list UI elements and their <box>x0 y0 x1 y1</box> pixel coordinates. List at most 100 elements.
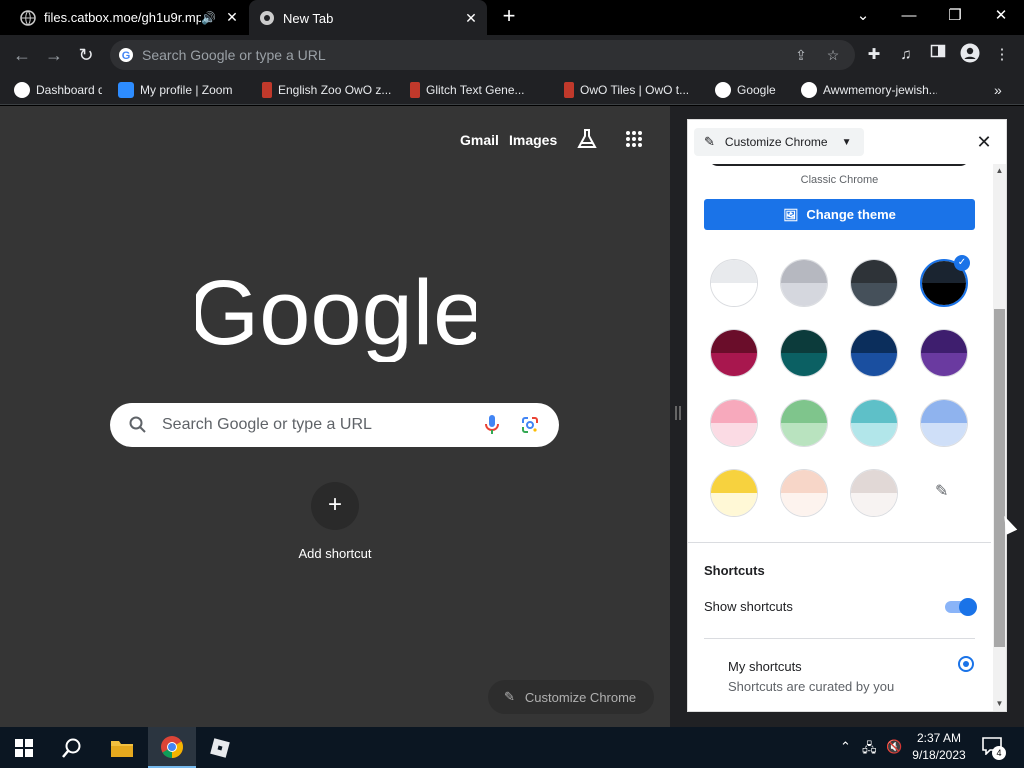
profile-avatar-icon[interactable] <box>958 43 982 67</box>
google-lens-icon[interactable] <box>520 415 540 440</box>
apps-grid-icon[interactable] <box>625 130 643 151</box>
scroll-thumb[interactable] <box>994 309 1005 647</box>
menu-kebab-icon[interactable]: ⋮ <box>990 43 1014 67</box>
svg-text:G: G <box>122 50 131 62</box>
bookmark-item[interactable]: Glitch Text Gene... <box>410 81 548 99</box>
speaker-icon[interactable]: 🔊 <box>201 11 216 25</box>
show-shortcuts-toggle[interactable] <box>945 598 977 616</box>
color-swatch[interactable] <box>920 329 968 377</box>
search-icon <box>128 415 148 435</box>
extensions-icon[interactable]: ✚ <box>862 43 886 67</box>
forward-icon[interactable]: → <box>42 43 66 67</box>
close-tab-icon[interactable]: ✕ <box>222 9 242 26</box>
images-link[interactable]: Images <box>509 132 557 148</box>
color-swatch[interactable] <box>850 259 898 307</box>
address-bar[interactable]: G Search Google or type a URL ⇪ ☆ <box>110 40 855 70</box>
ntp-search-placeholder: Search Google or type a URL <box>162 416 372 433</box>
color-swatch[interactable] <box>780 399 828 447</box>
new-tab-button[interactable]: + <box>498 5 520 28</box>
tab-catbox[interactable]: files.catbox.moe/gh1u9r.mp4 🔊 ✕ <box>0 0 248 35</box>
change-theme-button[interactable]: 🖼 Change theme <box>704 199 975 230</box>
check-icon: ✓ <box>954 255 970 271</box>
custom-color-swatch[interactable]: ✎ <box>920 469 968 517</box>
bookmarks-overflow-icon[interactable]: » <box>994 81 1010 99</box>
back-icon[interactable]: ← <box>10 43 34 67</box>
roblox-icon[interactable] <box>196 727 244 768</box>
add-shortcut-label: Add shortcut <box>298 546 372 561</box>
tray-chevron-icon[interactable]: ⌃ <box>840 739 851 755</box>
labs-flask-icon[interactable] <box>576 128 598 153</box>
tab-new-tab[interactable]: New Tab ✕ <box>249 0 487 36</box>
network-icon[interactable]: 🖧 <box>862 739 877 761</box>
close-panel-icon[interactable]: ✕ <box>974 132 994 152</box>
bookmark-label: My profile | Zoom <box>140 83 233 97</box>
google-icon <box>14 82 30 98</box>
bookmark-item[interactable]: Dashboard d... <box>14 81 102 99</box>
color-swatch[interactable] <box>780 329 828 377</box>
search-icon[interactable] <box>48 727 96 768</box>
color-swatch[interactable] <box>850 469 898 517</box>
scroll-up-arrow-icon[interactable]: ▲ <box>995 166 1004 175</box>
panel-select-label: Customize Chrome <box>724 135 828 149</box>
taskbar: ⌃ 🖧 🔇 2:37 AM 9/18/2023 4 <box>0 727 1024 768</box>
customize-chrome-button[interactable]: ✎ Customize Chrome <box>488 680 654 714</box>
color-swatch[interactable] <box>780 469 828 517</box>
section-divider <box>688 542 991 543</box>
notifications-icon[interactable]: 4 <box>982 737 1006 760</box>
chrome-window: files.catbox.moe/gh1u9r.mp4 🔊 ✕ New Tab … <box>0 0 1024 727</box>
bookmark-item[interactable]: Awwmemory-jewish... <box>801 81 937 99</box>
toolbar: ← → ↻ G Search Google or type a URL ⇪ ☆ … <box>0 35 1024 75</box>
color-swatch[interactable] <box>710 469 758 517</box>
bookmark-item[interactable]: Google <box>715 81 787 99</box>
google-icon: G <box>118 47 134 63</box>
restore-button[interactable]: ❐ <box>943 5 967 27</box>
my-shortcuts-radio[interactable] <box>958 656 974 672</box>
bookmark-star-icon[interactable]: ☆ <box>823 45 843 65</box>
add-shortcut-button[interactable]: + <box>311 482 359 530</box>
tab-title: New Tab <box>283 10 334 26</box>
zoom-icon <box>118 82 134 98</box>
tab-search-icon[interactable]: ⌄ <box>851 5 875 27</box>
bookmarks-bar: Dashboard d... My profile | Zoom English… <box>0 75 1024 105</box>
bookmark-label: OwO Tiles | OwO t... <box>580 83 690 97</box>
color-swatch[interactable] <box>920 399 968 447</box>
reload-icon[interactable]: ↻ <box>74 43 98 67</box>
bookmark-item[interactable]: English Zoo OwO z... <box>262 81 392 99</box>
close-tab-icon[interactable]: ✕ <box>461 10 481 27</box>
file-explorer-icon[interactable] <box>98 727 146 768</box>
share-icon[interactable]: ⇪ <box>791 45 811 65</box>
globe-icon <box>20 9 36 26</box>
google-icon <box>801 82 817 98</box>
color-swatch[interactable] <box>710 329 758 377</box>
close-window-button[interactable]: ✕ <box>989 5 1013 27</box>
scroll-down-arrow-icon[interactable]: ▼ <box>995 699 1004 708</box>
color-swatch[interactable] <box>780 259 828 307</box>
panel-select-dropdown[interactable]: ✎ Customize Chrome ▼ <box>694 128 864 156</box>
new-tab-page: Gmail Images Google Search Google or typ… <box>0 106 670 727</box>
color-swatch[interactable] <box>710 399 758 447</box>
clock-time: 2:37 AM <box>916 731 962 745</box>
microphone-icon[interactable] <box>484 414 500 441</box>
caret-down-icon: ▼ <box>841 136 852 148</box>
volume-muted-icon[interactable]: 🔇 <box>886 739 902 755</box>
notification-count: 4 <box>992 746 1006 760</box>
red-bookmark-icon <box>410 82 420 98</box>
panel-header: ✎ Customize Chrome ▼ ✕ <box>688 120 1006 164</box>
chrome-taskbar-icon[interactable] <box>148 727 196 768</box>
bookmark-item[interactable]: OwO Tiles | OwO t... <box>564 81 698 99</box>
panel-scrollbar[interactable]: ▲ ▼ <box>993 164 1006 711</box>
media-control-icon[interactable]: ♫ <box>894 43 918 67</box>
side-panel-resize-handle[interactable] <box>670 106 687 727</box>
windows-start-icon[interactable] <box>0 727 48 768</box>
system-clock[interactable]: 2:37 AM 9/18/2023 <box>908 730 970 764</box>
ntp-search-box[interactable]: Search Google or type a URL <box>110 403 559 447</box>
side-panel-icon[interactable] <box>926 43 950 67</box>
minimize-button[interactable]: — <box>897 5 921 27</box>
gmail-link[interactable]: Gmail <box>460 132 499 148</box>
color-swatch[interactable] <box>710 259 758 307</box>
customize-chrome-label: Customize Chrome <box>524 689 637 705</box>
bookmark-item[interactable]: My profile | Zoom <box>118 81 246 99</box>
color-swatch[interactable] <box>850 399 898 447</box>
color-swatch[interactable] <box>850 329 898 377</box>
address-placeholder: Search Google or type a URL <box>142 47 326 63</box>
